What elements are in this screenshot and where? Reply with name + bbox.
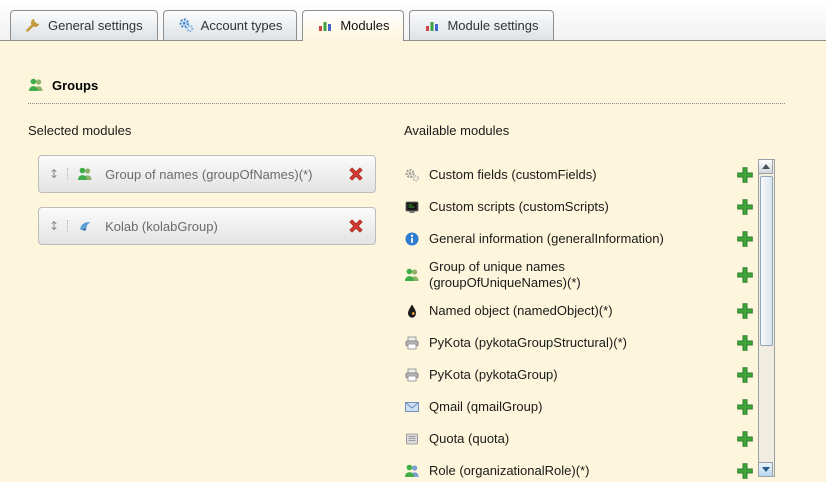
available-modules-list: Custom fields (customFields) Custom scri… [404,159,756,487]
available-module-label: Qmail (qmailGroup) [429,399,542,415]
tab-account-types[interactable]: Account types [163,10,298,40]
add-module-button[interactable] [736,198,754,216]
available-modules-scrollbar [758,159,775,477]
add-plus-icon [736,398,754,416]
gears-gray-icon [404,167,420,183]
available-module-row: PyKota (pykotaGroup) [404,359,756,391]
add-module-button[interactable] [736,398,754,416]
wrench-icon [25,17,41,33]
selected-module-label: Group of names (groupOfNames)(*) [102,167,338,182]
available-module-row: Qmail (qmailGroup) [404,391,756,423]
available-module-row: PyKota (pykotaGroupStructural)(*) [404,327,756,359]
tab-label: Account types [201,18,283,33]
available-module-row: Named object (namedObject)(*) [404,295,756,327]
available-modules-heading: Available modules [404,123,509,138]
tab-module-settings[interactable]: Module settings [409,10,553,40]
selected-module-row[interactable]: ↕ Kolab (kolabGroup) [38,207,376,245]
scrollbar-down-button[interactable] [758,462,773,477]
tab-modules[interactable]: Modules [302,10,404,41]
add-module-button[interactable] [736,302,754,320]
drop-icon [404,303,420,319]
modules-panel: Groups Selected modules Available module… [0,41,826,482]
selected-modules-list: ↕ Group of names (groupOfNames)(*) ↕ Kol… [38,155,376,245]
available-module-label: Custom scripts (customScripts) [429,199,609,215]
selected-module-row[interactable]: ↕ Group of names (groupOfNames)(*) [38,155,376,193]
tab-label: General settings [48,18,143,33]
available-module-label: Role (organizationalRole)(*) [429,463,589,479]
selected-module-label: Kolab (kolabGroup) [102,219,338,234]
envelope-icon [404,399,420,415]
add-plus-icon [736,266,754,284]
available-module-label: PyKota (pykotaGroup) [429,367,558,383]
available-module-label: PyKota (pykotaGroupStructural)(*) [429,335,627,351]
available-module-row: Group of unique names (groupOfUniqueName… [404,255,756,295]
tab-general-settings[interactable]: General settings [10,10,158,40]
page-title: Groups [52,78,98,93]
arrow-down-icon [762,467,770,472]
available-module-row: Quota (quota) [404,423,756,455]
available-module-label: General information (generalInformation) [429,231,664,247]
drive-icon [404,431,420,447]
printer-icon [404,367,420,383]
add-plus-icon [736,166,754,184]
add-plus-icon [736,302,754,320]
terminal-icon [404,199,420,215]
available-module-label: Group of unique names (groupOfUniqueName… [429,259,691,292]
tab-bar: General settings Account types Modules M… [0,0,826,41]
add-plus-icon [736,462,754,480]
scrollbar-thumb[interactable] [760,176,773,346]
add-module-button[interactable] [736,366,754,384]
dotted-divider [28,103,785,104]
chart-icon [317,17,333,33]
section-header: Groups [28,77,98,93]
page: { "tabs": [ { "label": "General settings… [0,0,826,482]
remove-module-button[interactable] [347,217,365,235]
available-module-row: Custom scripts (customScripts) [404,191,756,223]
printer-icon [404,335,420,351]
arrow-up-icon [762,164,770,169]
add-module-button[interactable] [736,230,754,248]
available-module-label: Custom fields (customFields) [429,167,597,183]
available-module-label: Named object (namedObject)(*) [429,303,613,319]
group-icon [77,166,93,182]
add-plus-icon [736,334,754,352]
add-plus-icon [736,430,754,448]
available-module-row: General information (generalInformation) [404,223,756,255]
scrollbar-up-button[interactable] [758,159,773,174]
delete-x-icon [347,165,365,183]
group-icon [28,77,44,93]
add-plus-icon [736,198,754,216]
delete-x-icon [347,217,365,235]
add-module-button[interactable] [736,462,754,480]
add-plus-icon [736,230,754,248]
group-icon [404,463,420,479]
kolab-icon [77,218,93,234]
add-module-button[interactable] [736,266,754,284]
add-plus-icon [736,366,754,384]
tab-label: Module settings [447,18,538,33]
available-module-row: Role (organizationalRole)(*) [404,455,756,487]
group-icon [404,267,420,283]
remove-module-button[interactable] [347,165,365,183]
gears-icon [178,17,194,33]
add-module-button[interactable] [736,430,754,448]
available-module-label: Quota (quota) [429,431,509,447]
tab-label: Modules [340,18,389,33]
add-module-button[interactable] [736,166,754,184]
chart-icon [424,17,440,33]
selected-modules-heading: Selected modules [28,123,131,138]
drag-handle-icon[interactable]: ↕ [49,168,68,180]
drag-handle-icon[interactable]: ↕ [49,220,68,232]
info-icon [404,231,420,247]
add-module-button[interactable] [736,334,754,352]
available-module-row: Custom fields (customFields) [404,159,756,191]
